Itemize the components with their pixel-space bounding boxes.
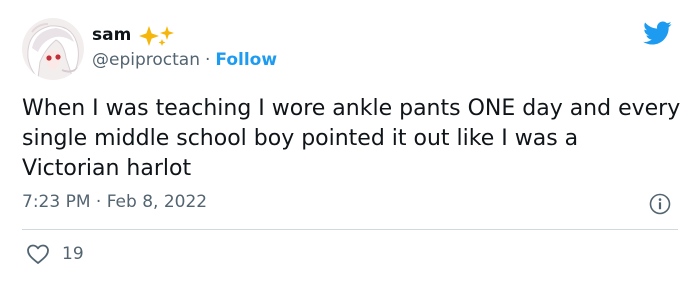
display-name[interactable]: sam [92, 24, 177, 46]
tweet-timestamp[interactable]: 7:23 PM · Feb 8, 2022 [22, 192, 207, 212]
like-count: 19 [62, 244, 84, 264]
avatar-image [22, 18, 84, 80]
sparkles-icon [137, 24, 177, 46]
divider [22, 229, 678, 230]
tweet-text: When I was teaching I wore ankle pants O… [22, 96, 681, 181]
handle-row: @epiproctan · Follow [92, 50, 277, 70]
like-button[interactable]: 19 [26, 243, 84, 265]
separator-dot: · [205, 50, 211, 70]
tweet-card: sam @epiproctan · Follow When I was teac… [0, 0, 700, 283]
twitter-bird-icon[interactable] [640, 18, 674, 48]
avatar[interactable] [22, 18, 84, 80]
follow-button[interactable]: Follow [215, 50, 277, 70]
user-handle[interactable]: @epiproctan [92, 50, 200, 70]
info-icon[interactable] [649, 193, 671, 215]
display-name-text: sam [92, 25, 132, 45]
heart-icon [27, 244, 49, 264]
